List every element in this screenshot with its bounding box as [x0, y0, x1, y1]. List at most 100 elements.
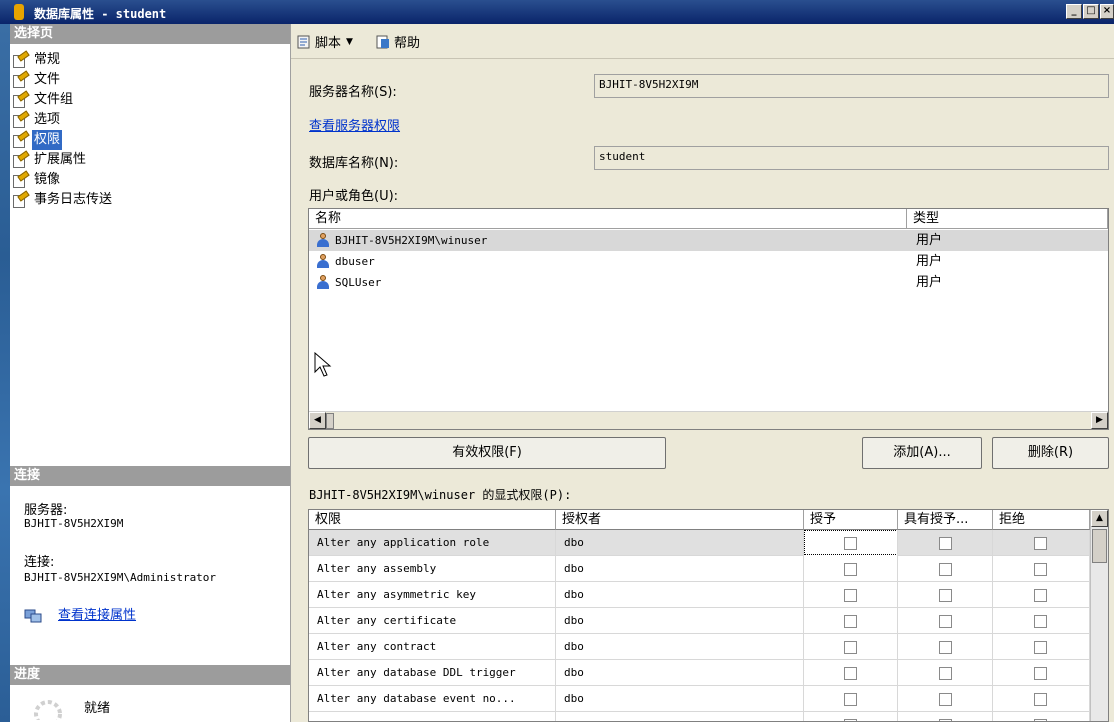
users-roles-list[interactable]: 名称 类型 BJHIT-8V5H2XI9M\winuser 用户 dbuser … — [308, 208, 1109, 430]
deny-checkbox[interactable] — [1034, 537, 1047, 550]
close-button[interactable]: × — [1100, 4, 1114, 19]
grant-cell — [804, 530, 898, 556]
table-row[interactable]: Alter any assembly dbo — [309, 556, 1090, 582]
list-item[interactable]: BJHIT-8V5H2XI9M\winuser 用户 — [309, 230, 1108, 251]
with-grant-checkbox[interactable] — [939, 641, 952, 654]
table-row[interactable] — [309, 712, 1090, 721]
server-name-field[interactable]: BJHIT-8V5H2XI9M — [594, 74, 1109, 98]
with-grant-checkbox[interactable] — [939, 589, 952, 602]
with-grant-checkbox[interactable] — [939, 615, 952, 628]
with-grant-cell — [898, 608, 993, 634]
grid-header-grant[interactable]: 授予 — [804, 510, 898, 530]
script-button[interactable]: 脚本 ▼ — [296, 32, 353, 51]
deny-cell — [993, 660, 1090, 686]
with-grant-checkbox[interactable] — [939, 667, 952, 680]
page-label: 文件 — [34, 72, 61, 87]
grid-header-grantor[interactable]: 授权者 — [556, 510, 804, 530]
help-button[interactable]: 帮助 — [375, 32, 420, 51]
connection-properties-icon — [24, 609, 42, 623]
mouse-cursor-icon — [314, 352, 332, 377]
with-grant-cell — [898, 530, 993, 556]
table-row[interactable]: Alter any certificate dbo — [309, 608, 1090, 634]
grant-cell — [804, 712, 898, 721]
database-name-field[interactable]: student — [594, 146, 1109, 170]
deny-checkbox[interactable] — [1034, 641, 1047, 654]
deny-cell — [993, 608, 1090, 634]
add-button[interactable]: 添加(A)... — [862, 437, 982, 469]
deny-cell — [993, 556, 1090, 582]
column-header-name[interactable]: 名称 — [309, 209, 907, 229]
with-grant-checkbox[interactable] — [939, 537, 952, 550]
grantor-cell: dbo — [556, 660, 804, 686]
permission-cell: Alter any certificate — [309, 608, 556, 634]
scrollbar-thumb[interactable] — [326, 413, 334, 429]
grant-cell — [804, 608, 898, 634]
grant-cell — [804, 634, 898, 660]
permission-cell: Alter any assembly — [309, 556, 556, 582]
page-item[interactable]: 常规 — [12, 50, 62, 70]
toolbar: 脚本 ▼ 帮助 — [291, 24, 1114, 58]
table-row[interactable]: Alter any database DDL trigger dbo — [309, 660, 1090, 686]
grant-checkbox[interactable] — [844, 615, 857, 628]
server-label: 服务器: — [24, 503, 68, 518]
effective-permissions-button[interactable]: 有效权限(F) — [308, 437, 666, 469]
page-label: 文件组 — [34, 92, 74, 107]
permission-cell: Alter any application role — [309, 530, 556, 556]
scroll-right-icon[interactable]: ▶ — [1091, 412, 1108, 429]
scroll-left-icon[interactable]: ◀ — [309, 412, 326, 429]
page-item[interactable]: 选项 — [12, 110, 62, 130]
table-row[interactable]: Alter any application role dbo — [309, 530, 1090, 556]
maximize-button[interactable]: □ — [1083, 4, 1099, 19]
left-pane: 选择页 常规 文件 文件组 选项 权限 扩展属性 镜像 事务日志传送 连接 服务… — [10, 24, 291, 722]
grant-checkbox[interactable] — [844, 537, 857, 550]
table-row[interactable]: Alter any contract dbo — [309, 634, 1090, 660]
grid-header-deny[interactable]: 拒绝 — [993, 510, 1090, 530]
remove-button[interactable]: 删除(R) — [992, 437, 1109, 469]
deny-checkbox[interactable] — [1034, 589, 1047, 602]
deny-checkbox[interactable] — [1034, 615, 1047, 628]
grant-checkbox[interactable] — [844, 589, 857, 602]
scroll-up-icon[interactable]: ▲ — [1091, 510, 1108, 527]
with-grant-checkbox[interactable] — [939, 693, 952, 706]
list-item[interactable]: SQLUser 用户 — [309, 272, 1108, 293]
list-item[interactable]: dbuser 用户 — [309, 251, 1108, 272]
permission-cell: Alter any database DDL trigger — [309, 660, 556, 686]
page-item[interactable]: 镜像 — [12, 170, 62, 190]
permission-cell: Alter any database event no... — [309, 686, 556, 712]
grid-header-with-grant[interactable]: 具有授予... — [898, 510, 993, 530]
scrollbar-thumb[interactable] — [1092, 529, 1107, 563]
deny-checkbox[interactable] — [1034, 563, 1047, 576]
server-value: BJHIT-8V5H2XI9M — [24, 517, 124, 530]
window-title: 数据库属性 - student — [34, 7, 167, 21]
users-or-roles-label: 用户或角色(U): — [309, 189, 399, 204]
horizontal-scrollbar[interactable]: ◀ ▶ — [309, 411, 1108, 429]
progress-status: 就绪 — [84, 701, 111, 716]
vertical-scrollbar[interactable]: ▲ — [1090, 510, 1108, 721]
page-item-selected[interactable]: 权限 — [12, 130, 63, 150]
page-item[interactable]: 文件组 — [12, 90, 75, 110]
deny-cell — [993, 530, 1090, 556]
with-grant-checkbox[interactable] — [939, 563, 952, 576]
page-icon — [12, 90, 30, 108]
progress-header: 进度 — [10, 665, 290, 685]
deny-checkbox[interactable] — [1034, 667, 1047, 680]
column-header-type[interactable]: 类型 — [907, 209, 1108, 229]
page-item[interactable]: 事务日志传送 — [12, 190, 114, 210]
minimize-button[interactable]: _ — [1066, 4, 1082, 19]
table-row[interactable]: Alter any asymmetric key dbo — [309, 582, 1090, 608]
grant-checkbox[interactable] — [844, 641, 857, 654]
grant-checkbox[interactable] — [844, 563, 857, 576]
page-item[interactable]: 文件 — [12, 70, 62, 90]
user-icon — [316, 233, 330, 247]
view-connection-properties-link[interactable]: 查看连接属性 — [58, 608, 136, 624]
table-row[interactable]: Alter any database event no... dbo — [309, 686, 1090, 712]
deny-checkbox[interactable] — [1034, 693, 1047, 706]
user-type: 用户 — [916, 233, 943, 248]
view-server-permissions-link[interactable]: 查看服务器权限 — [309, 115, 400, 134]
grant-checkbox[interactable] — [844, 667, 857, 680]
page-icon — [12, 110, 30, 128]
grant-checkbox[interactable] — [844, 693, 857, 706]
page-item[interactable]: 扩展属性 — [12, 150, 88, 170]
permissions-grid[interactable]: 权限 授权者 授予 具有授予... 拒绝 Alter any applicati… — [308, 509, 1109, 722]
grid-header-permission[interactable]: 权限 — [309, 510, 556, 530]
